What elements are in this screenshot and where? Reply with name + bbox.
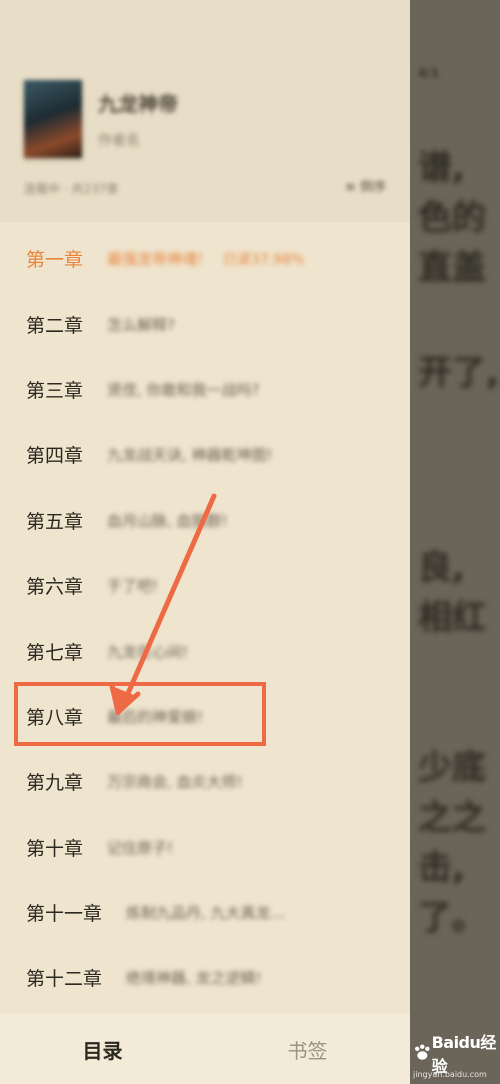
baidu-watermark: Baidu经验 jingyan.baidu.com bbox=[413, 1030, 499, 1079]
annotation-arrow-icon bbox=[109, 493, 217, 716]
watermark-url: jingyan.baidu.com bbox=[413, 1070, 487, 1079]
baidu-paw-icon bbox=[415, 1044, 430, 1060]
